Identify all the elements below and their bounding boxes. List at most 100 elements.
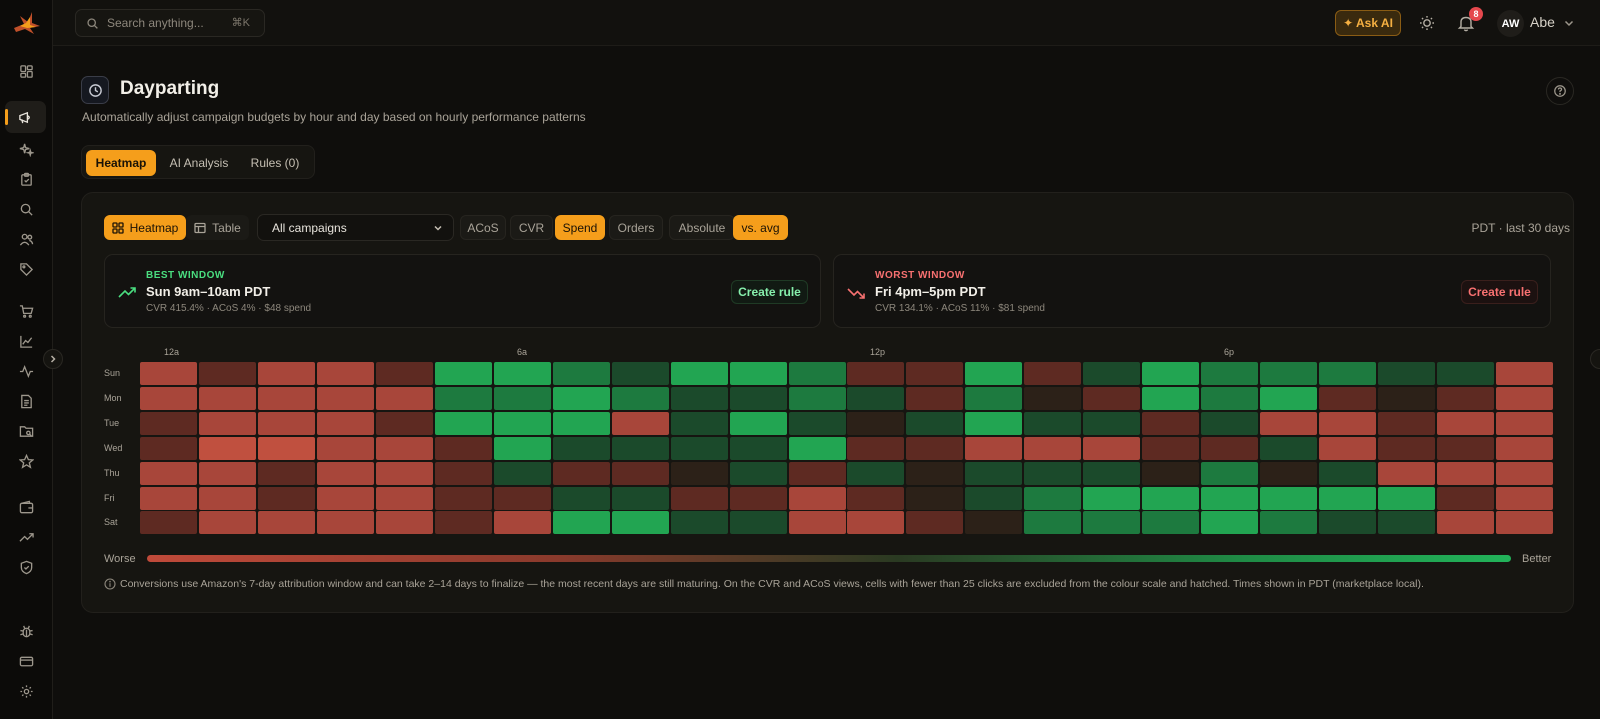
heatmap-cell[interactable]: [1378, 411, 1435, 435]
heatmap-cell[interactable]: [788, 486, 846, 510]
heatmap-cell[interactable]: [1201, 511, 1259, 535]
heatmap-cell[interactable]: [906, 436, 964, 460]
heatmap-cell[interactable]: [375, 436, 433, 460]
heatmap-cell[interactable]: [434, 436, 492, 460]
heatmap-cell[interactable]: [375, 362, 433, 385]
heatmap-cell[interactable]: [1260, 486, 1317, 510]
heatmap-cell[interactable]: [493, 436, 551, 460]
heatmap-cell[interactable]: [198, 486, 256, 510]
users-icon[interactable]: [13, 226, 39, 252]
heatmap-cell[interactable]: [1201, 461, 1259, 485]
heatmap-cell[interactable]: [1142, 486, 1200, 510]
heatmap-cell[interactable]: [965, 486, 1023, 510]
heatmap-cell[interactable]: [198, 411, 256, 435]
heatmap-cell[interactable]: [1319, 386, 1376, 410]
heatmap-cell[interactable]: [906, 362, 964, 385]
cart-icon[interactable]: [13, 298, 39, 324]
heatmap-cell[interactable]: [1142, 436, 1200, 460]
heatmap-cell[interactable]: [316, 486, 374, 510]
heatmap-cell[interactable]: [611, 436, 669, 460]
heatmap-cell[interactable]: [198, 511, 256, 535]
heatmap-cell[interactable]: [493, 386, 551, 410]
ask-ai-button[interactable]: ✦ Ask AI: [1335, 10, 1401, 36]
heatmap-cell[interactable]: [198, 386, 256, 410]
heatmap-cell[interactable]: [434, 486, 492, 510]
heatmap-cell[interactable]: [434, 386, 492, 410]
heatmap-cell[interactable]: [611, 461, 669, 485]
heatmap-cell[interactable]: [847, 362, 905, 385]
heatmap-cell[interactable]: [1319, 411, 1376, 435]
heatmap-cell[interactable]: [670, 436, 728, 460]
heatmap-cell[interactable]: [1378, 386, 1435, 410]
metric-spend-button[interactable]: Spend: [555, 215, 605, 240]
heatmap-cell[interactable]: [316, 461, 374, 485]
heatmap-cell[interactable]: [1083, 511, 1141, 535]
user-name[interactable]: Abe: [1530, 14, 1555, 30]
heatmap-cell[interactable]: [965, 386, 1023, 410]
heatmap-cell[interactable]: [1201, 486, 1259, 510]
heatmap-cell[interactable]: [788, 386, 846, 410]
heatmap-cell[interactable]: [1024, 461, 1082, 485]
bug-icon[interactable]: [13, 618, 39, 644]
heatmap-cell[interactable]: [493, 511, 551, 535]
heatmap-cell[interactable]: [198, 461, 256, 485]
heatmap-cell[interactable]: [316, 386, 374, 410]
heatmap-cell[interactable]: [316, 411, 374, 435]
heatmap-cell[interactable]: [1436, 511, 1494, 535]
heatmap-cell[interactable]: [729, 411, 787, 435]
heatmap-cell[interactable]: [1436, 436, 1494, 460]
heatmap-cell[interactable]: [140, 486, 197, 510]
heatmap-cell[interactable]: [434, 362, 492, 385]
heatmap-cell[interactable]: [1495, 436, 1553, 460]
heatmap-cell[interactable]: [1436, 362, 1494, 385]
heatmap-cell[interactable]: [316, 511, 374, 535]
heatmap-cell[interactable]: [965, 362, 1023, 385]
heatmap-cell[interactable]: [1260, 362, 1317, 385]
best-create-rule-button[interactable]: Create rule: [731, 280, 808, 304]
heatmap-cell[interactable]: [1142, 461, 1200, 485]
gear-icon[interactable]: [13, 678, 39, 704]
heatmap-cell[interactable]: [1436, 386, 1494, 410]
heatmap-cell[interactable]: [493, 461, 551, 485]
activity-icon[interactable]: [13, 358, 39, 384]
heatmap-cell[interactable]: [847, 461, 905, 485]
metric-cvr-button[interactable]: CVR: [510, 215, 553, 240]
heatmap-cell[interactable]: [847, 386, 905, 410]
heatmap-cell[interactable]: [1142, 411, 1200, 435]
heatmap-cell[interactable]: [375, 386, 433, 410]
heatmap-cell[interactable]: [611, 386, 669, 410]
credit-card-icon[interactable]: [13, 648, 39, 674]
heatmap-cell[interactable]: [375, 461, 433, 485]
heatmap-cell[interactable]: [375, 486, 433, 510]
view-heatmap-button[interactable]: Heatmap: [104, 215, 186, 240]
heatmap-cell[interactable]: [1495, 411, 1553, 435]
heatmap-cell[interactable]: [434, 511, 492, 535]
heatmap-cell[interactable]: [1201, 386, 1259, 410]
heatmap-cell[interactable]: [788, 511, 846, 535]
heatmap-cell[interactable]: [1260, 411, 1317, 435]
heatmap-cell[interactable]: [1083, 362, 1141, 385]
tab-ai-analysis[interactable]: AI Analysis: [162, 150, 236, 176]
heatmap-cell[interactable]: [788, 461, 846, 485]
heatmap-cell[interactable]: [1024, 411, 1082, 435]
heatmap-cell[interactable]: [611, 486, 669, 510]
search-input[interactable]: Search anything... ⌘K: [75, 9, 265, 37]
heatmap-cell[interactable]: [198, 436, 256, 460]
metric-acos-button[interactable]: ACoS: [460, 215, 506, 240]
clipboard-icon[interactable]: [13, 166, 39, 192]
heatmap-cell[interactable]: [257, 436, 315, 460]
heatmap-cell[interactable]: [1495, 461, 1553, 485]
heatmap-cell[interactable]: [906, 411, 964, 435]
folder-search-icon[interactable]: [13, 418, 39, 444]
heatmap-cell[interactable]: [1378, 486, 1435, 510]
heatmap-cell[interactable]: [1319, 511, 1376, 535]
heatmap-cell[interactable]: [1495, 511, 1553, 535]
heatmap-cell[interactable]: [1378, 436, 1435, 460]
heatmap-cell[interactable]: [552, 386, 610, 410]
heatmap-cell[interactable]: [670, 386, 728, 410]
heatmap-cell[interactable]: [906, 461, 964, 485]
heatmap-cell[interactable]: [1495, 362, 1553, 385]
heatmap-cell[interactable]: [1495, 386, 1553, 410]
heatmap-cell[interactable]: [1083, 386, 1141, 410]
heatmap-cell[interactable]: [670, 486, 728, 510]
